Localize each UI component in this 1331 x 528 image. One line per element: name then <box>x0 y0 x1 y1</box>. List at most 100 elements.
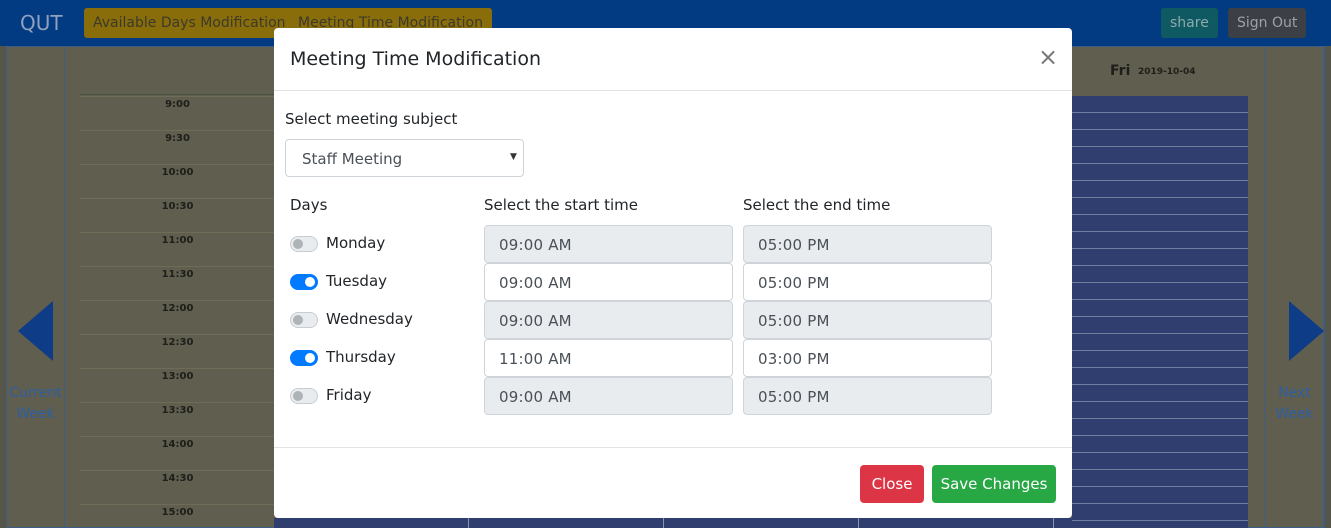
time-column-header <box>80 46 275 95</box>
day-row-wednesday: Wednesday 09:00 AM 05:00 PM <box>274 301 1072 339</box>
column-divider <box>858 518 859 528</box>
meeting-time-modal: Meeting Time Modification × Select meeti… <box>274 28 1072 518</box>
tuesday-end-time[interactable]: 05:00 PM <box>743 263 992 301</box>
tuesday-start-time[interactable]: 09:00 AM <box>484 263 733 301</box>
time-label: 11:30 <box>161 269 194 280</box>
time-label: 13:00 <box>161 371 194 382</box>
time-value[interactable]: 05:00 PM <box>758 274 830 292</box>
day-label: Tuesday <box>326 272 388 290</box>
time-value: 05:00 PM <box>758 236 830 254</box>
friday-column-header: Fri 2019-10-04 <box>1072 46 1248 95</box>
time-value: 09:00 AM <box>499 388 572 406</box>
days-header: Days <box>290 196 328 214</box>
day-row-tuesday: Tuesday 09:00 AM 05:00 PM <box>274 263 1072 301</box>
time-label: 12:30 <box>161 337 194 348</box>
next-week-label-line2[interactable]: Week <box>1266 404 1323 425</box>
time-label: 9:30 <box>165 133 190 144</box>
column-divider <box>1053 518 1054 528</box>
column-divider <box>663 518 664 528</box>
sign-out-button[interactable]: Sign Out <box>1228 8 1307 38</box>
time-label: 10:00 <box>161 167 194 178</box>
close-icon[interactable]: × <box>1038 45 1058 69</box>
friday-start-time: 09:00 AM <box>484 377 733 415</box>
end-time-header: Select the end time <box>743 196 891 214</box>
toggle-knob <box>293 315 303 325</box>
time-label: 10:30 <box>161 201 194 212</box>
current-week-nav[interactable]: Current Week <box>6 46 65 528</box>
day-label: Wednesday <box>326 310 413 328</box>
current-week-label[interactable]: Current Week <box>7 383 64 425</box>
time-row: 11:30 <box>80 266 275 300</box>
time-value: 09:00 AM <box>499 236 572 254</box>
time-row: 9:00 <box>80 96 275 130</box>
monday-end-time: 05:00 PM <box>743 225 992 263</box>
time-label: 12:00 <box>161 303 194 314</box>
wednesday-start-time: 09:00 AM <box>484 301 733 339</box>
time-column: 9:00 9:30 10:00 10:30 11:00 11:30 12:00 … <box>80 46 275 528</box>
time-label: 11:00 <box>161 235 194 246</box>
day-row-friday: Friday 09:00 AM 05:00 PM <box>274 377 1072 415</box>
caret-down-icon[interactable]: ▼ <box>510 152 517 162</box>
time-row: 9:30 <box>80 130 275 164</box>
available-days-button[interactable]: Available Days Modification <box>84 8 295 38</box>
start-time-header: Select the start time <box>484 196 639 214</box>
monday-toggle[interactable] <box>290 236 318 252</box>
subject-label: Select meeting subject <box>285 110 458 128</box>
tuesday-toggle[interactable] <box>290 274 318 290</box>
time-label: 13:30 <box>161 405 194 416</box>
share-button[interactable]: share <box>1161 8 1218 38</box>
friday-end-time: 05:00 PM <box>743 377 992 415</box>
time-label: 14:00 <box>161 439 194 450</box>
thursday-toggle[interactable] <box>290 350 318 366</box>
thursday-end-time[interactable]: 03:00 PM <box>743 339 992 377</box>
time-row: 14:30 <box>80 470 275 504</box>
day-row-monday: Monday 09:00 AM 05:00 PM <box>274 225 1072 263</box>
chevron-left-icon[interactable] <box>18 301 53 361</box>
current-week-label-line2[interactable]: Week <box>7 404 64 425</box>
subject-select-value[interactable]: Staff Meeting <box>302 150 402 168</box>
time-value[interactable]: 03:00 PM <box>758 350 830 368</box>
next-week-label[interactable]: Next Week <box>1266 383 1323 425</box>
day-label: Thursday <box>326 348 396 366</box>
modal-header: Meeting Time Modification × <box>274 28 1072 91</box>
column-divider <box>468 518 469 528</box>
close-button[interactable]: Close <box>860 465 924 503</box>
thursday-start-time[interactable]: 11:00 AM <box>484 339 733 377</box>
time-row: 11:00 <box>80 232 275 266</box>
chevron-right-icon[interactable] <box>1289 301 1324 361</box>
time-row: 14:00 <box>80 436 275 470</box>
brand-logo[interactable]: QUT <box>20 11 63 35</box>
time-row: 10:00 <box>80 164 275 198</box>
time-label: 15:00 <box>161 507 194 518</box>
time-value[interactable]: 09:00 AM <box>499 274 572 292</box>
save-changes-button[interactable]: Save Changes <box>932 465 1056 503</box>
time-row: 12:30 <box>80 334 275 368</box>
monday-start-time: 09:00 AM <box>484 225 733 263</box>
time-value: 05:00 PM <box>758 312 830 330</box>
toggle-knob <box>293 391 303 401</box>
friday-toggle[interactable] <box>290 388 318 404</box>
current-week-label-line1[interactable]: Current <box>7 383 64 404</box>
day-name: Fri <box>1110 63 1131 79</box>
toggle-knob <box>293 239 303 249</box>
time-label: 14:30 <box>161 473 194 484</box>
next-week-label-line1[interactable]: Next <box>1266 383 1323 404</box>
time-value[interactable]: 11:00 AM <box>499 350 572 368</box>
time-label: 9:00 <box>165 99 190 110</box>
time-row: 13:30 <box>80 402 275 436</box>
modal-title: Meeting Time Modification <box>290 48 541 70</box>
day-row-thursday: Thursday 11:00 AM 03:00 PM <box>274 339 1072 377</box>
subject-select[interactable]: Staff Meeting ▼ <box>285 139 524 177</box>
calendar-slots-strip <box>274 518 1072 528</box>
time-value: 09:00 AM <box>499 312 572 330</box>
time-value: 05:00 PM <box>758 388 830 406</box>
toggle-knob <box>305 353 315 363</box>
wednesday-toggle[interactable] <box>290 312 318 328</box>
modal-footer: Close Save Changes <box>274 447 1072 518</box>
time-row: 13:00 <box>80 368 275 402</box>
next-week-nav[interactable]: Next Week <box>1265 46 1324 528</box>
day-date: 2019-10-04 <box>1138 67 1196 77</box>
friday-slots[interactable] <box>1072 96 1248 528</box>
day-label: Friday <box>326 386 372 404</box>
wednesday-end-time: 05:00 PM <box>743 301 992 339</box>
